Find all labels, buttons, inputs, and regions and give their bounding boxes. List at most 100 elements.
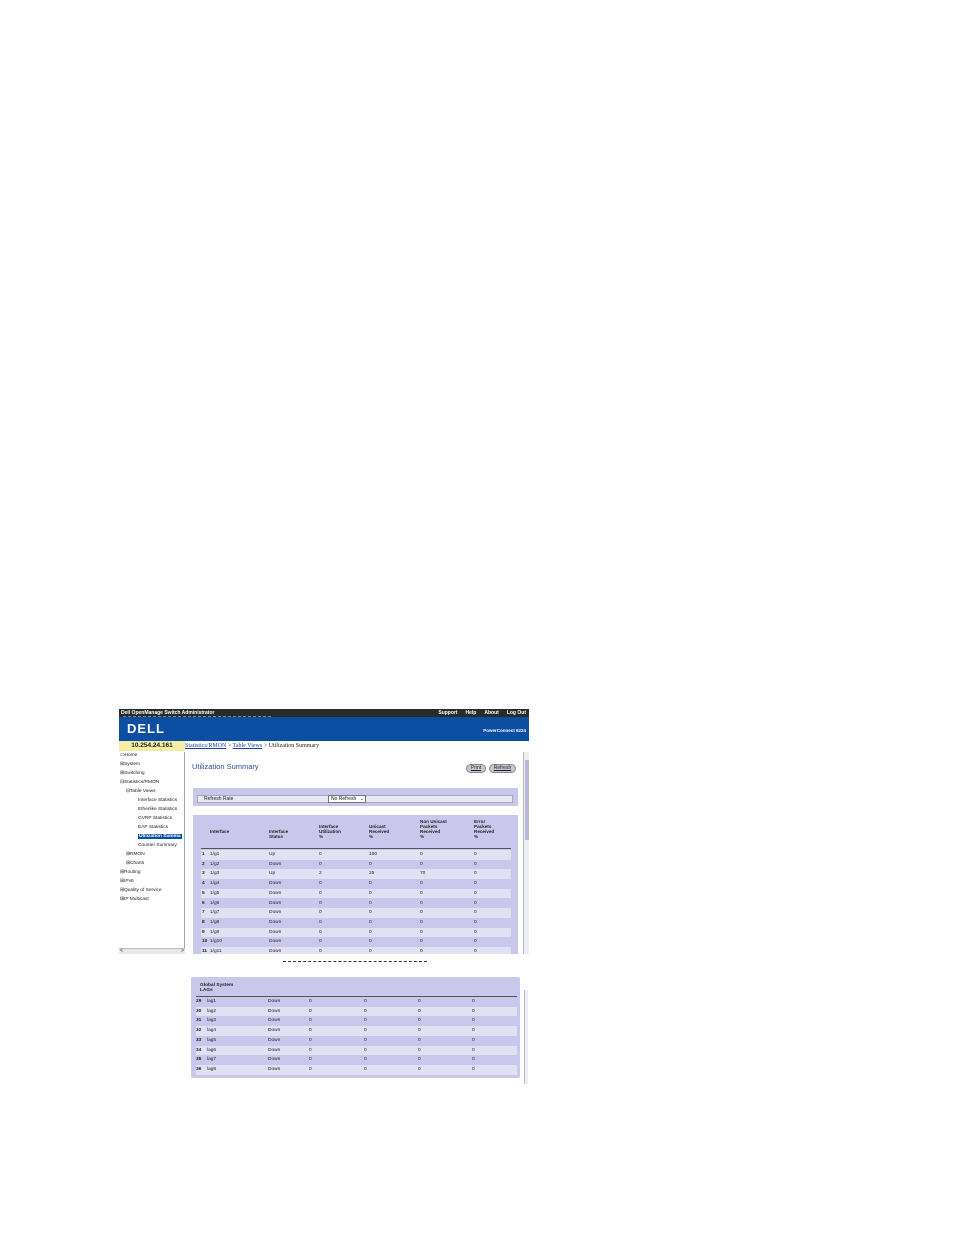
refresh-rate-select[interactable]: No Refresh ⌄ [328, 795, 366, 803]
table-row: 29 lag1 Down 0 0 0 0 [196, 997, 517, 1007]
table-cell: lag3 [207, 1018, 217, 1024]
scroll-left-icon[interactable]: < [120, 948, 123, 954]
content-vertical-scrollbar[interactable] [523, 752, 529, 954]
table-cell: 1/g1 [210, 852, 220, 857]
navigation-tree: ⊞IP Multicast ⊞Quality of Service ⊞IPv6 ⊞Ro… [119, 752, 185, 954]
column-header: Unicast Received% [369, 824, 389, 839]
row-index: 4 [202, 881, 205, 887]
table-cell: 0 [364, 1037, 367, 1043]
row-index: 10 [202, 939, 208, 945]
breadcrumb-table-views[interactable]: Table Views [233, 743, 263, 749]
row-index: 36 [196, 1066, 202, 1072]
table-cell: 70 [420, 871, 426, 877]
table-cell: Down [268, 1008, 281, 1014]
scroll-thumb[interactable] [525, 760, 529, 840]
table-cell: Down [268, 1057, 281, 1063]
table-cell: 0 [474, 881, 477, 887]
table-row: 32 lag4 Down 0 0 0 0 [196, 1026, 517, 1036]
table-cell: Down [269, 900, 282, 906]
nav-item[interactable]: ⊞IPv6 [120, 879, 134, 884]
nav-item[interactable]: ⊟Statistics/RMON [120, 780, 159, 785]
row-index: 34 [196, 1047, 202, 1053]
table-cell: 0 [319, 881, 322, 887]
column-header: Interface Utilization% [319, 824, 341, 839]
row-index: 33 [196, 1037, 202, 1043]
table-cell: lag2 [207, 1008, 217, 1014]
table-row: 8 1/g8 Down 0 0 0 0 [201, 918, 511, 928]
support-link[interactable]: Support [438, 709, 457, 717]
about-link[interactable]: About [484, 709, 498, 717]
table-cell: 0 [472, 1047, 475, 1053]
table-cell: 0 [474, 929, 477, 935]
nav-item[interactable]: Utilization Summa [138, 834, 182, 839]
nav-item[interactable]: ⊟Table Views [126, 789, 156, 794]
table-row: 35 lag7 Down 0 0 0 0 [196, 1055, 517, 1065]
row-index: 7 [202, 910, 205, 916]
help-link[interactable]: Help [466, 709, 477, 717]
nav-item[interactable]: ⊞Quality of Service [120, 888, 162, 893]
nav-item[interactable]: GVRP Statistics [138, 816, 172, 821]
logout-link[interactable]: Log Out [507, 709, 526, 717]
nav-item-label: Routing [124, 870, 141, 875]
utilization-table: Interface Interface Status Interface Utiliza… [193, 815, 518, 954]
continuation-divider [283, 961, 427, 962]
nav-item[interactable]: ⊞System [120, 762, 140, 767]
table-cell: lag4 [207, 1028, 217, 1034]
table-cell: 0 [420, 949, 423, 954]
nav-item[interactable]: ⊞IP Multicast [120, 897, 149, 902]
table-cell: 0 [369, 929, 372, 935]
table-row: 10 1/g10 Down 0 0 0 0 [201, 937, 511, 947]
table-cell: Down [268, 1028, 281, 1034]
table-cell: 0 [309, 1066, 312, 1072]
table-cell: 0 [420, 861, 423, 867]
table-row: 34 lag6 Down 0 0 0 0 [196, 1045, 517, 1056]
table-cell: 1/g5 [210, 890, 220, 896]
table-cell: 0 [420, 900, 423, 906]
table-cell: 0 [474, 910, 477, 916]
dell-logo: DELL [127, 721, 165, 736]
breadcrumb-statistics-rmon[interactable]: Statistics/RMON [185, 743, 226, 749]
column-header: Non Unicast Packets Received% [420, 819, 447, 839]
table-cell: 0 [364, 1057, 367, 1063]
table-cell: 0 [472, 999, 475, 1004]
row-index: 31 [196, 1018, 202, 1024]
column-header: Error Packets Received% [474, 819, 494, 839]
nav-item[interactable]: Counter Summary [138, 843, 177, 848]
table-cell: Down [268, 1047, 281, 1053]
table-cell: 0 [418, 1066, 421, 1072]
table-cell: 0 [369, 939, 372, 945]
page-title: Utilization Summary [192, 762, 259, 771]
refresh-button[interactable]: Refresh [489, 764, 516, 773]
table-cell: lag7 [207, 1057, 217, 1063]
nav-horizontal-scrollbar[interactable]: < > [119, 948, 185, 954]
nav-item[interactable]: ▭Home [120, 753, 137, 758]
nav-item[interactable]: EAP Statistics [138, 825, 168, 830]
table-cell: 0 [418, 1047, 421, 1053]
table-cell: 0 [319, 929, 322, 935]
scroll-right-icon[interactable]: > [181, 948, 184, 954]
table-cell: 0 [474, 900, 477, 906]
nav-item[interactable]: ⊞Switching [120, 771, 145, 776]
table-cell: Down [269, 890, 282, 896]
table-cell: 0 [309, 1047, 312, 1053]
table-cell: 0 [369, 910, 372, 916]
row-index: 9 [202, 929, 205, 935]
nav-item[interactable]: Interface Statistics [138, 798, 177, 803]
table-cell: 1/g4 [210, 881, 220, 887]
table-cell: 0 [420, 919, 423, 925]
table-cell: 0 [420, 890, 423, 896]
nav-item[interactable]: ⊞Routing [120, 870, 141, 875]
table-cell: Down [269, 949, 282, 954]
nav-item[interactable]: ⊞RMON [126, 852, 145, 857]
product-name: PowerConnect 6224 [483, 728, 526, 733]
refresh-rate-row: Refresh Rate No Refresh ⌄ [197, 795, 513, 803]
refresh-rate-panel: Refresh Rate No Refresh ⌄ [193, 788, 518, 806]
table-cell: 0 [319, 852, 322, 857]
table-cell: 0 [364, 1047, 367, 1053]
nav-item[interactable]: ⊞Charts [126, 861, 144, 866]
table-cell: 0 [319, 890, 322, 896]
lower-vertical-scrollbar[interactable] [524, 990, 528, 1084]
print-button[interactable]: Print [466, 764, 486, 773]
nav-item[interactable]: Etherlike Statistics [138, 807, 177, 812]
table-cell: Down [268, 1037, 281, 1043]
